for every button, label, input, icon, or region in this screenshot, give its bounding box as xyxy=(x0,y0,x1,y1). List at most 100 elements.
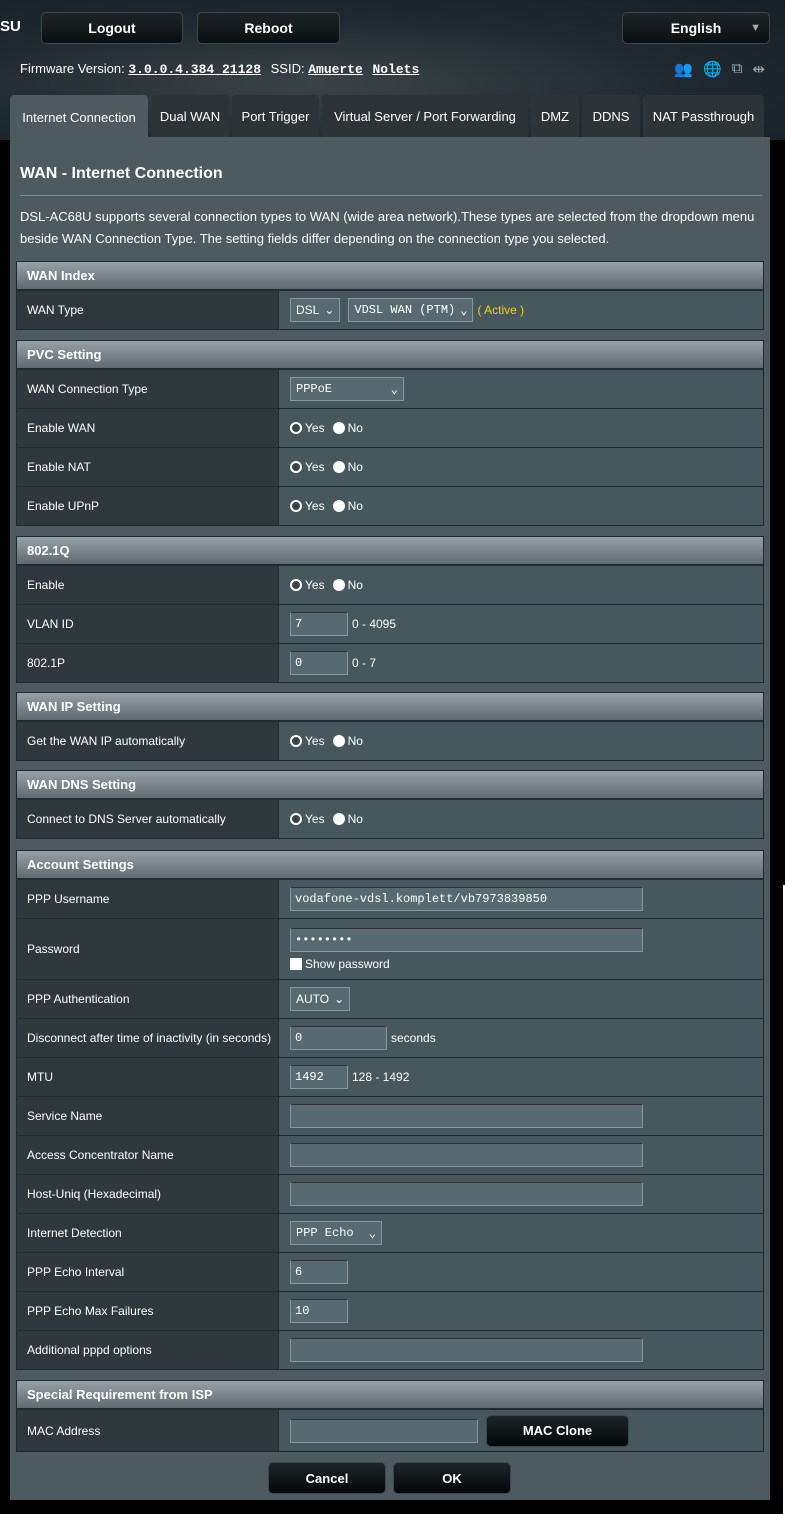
section-header: 802.1Q xyxy=(17,537,763,565)
host-uniq-input[interactable] xyxy=(290,1182,643,1206)
radio-icon[interactable] xyxy=(332,422,345,434)
radio-icon[interactable] xyxy=(290,813,302,825)
enable-nat-yes-radio[interactable]: Yes xyxy=(290,460,325,474)
internet-detection-select[interactable]: PPP Echo ⌄ xyxy=(290,1221,382,1245)
dns-auto-yes-radio[interactable]: Yes xyxy=(290,812,325,826)
dot1p-input[interactable]: 0 xyxy=(290,651,348,675)
pppd-options-input[interactable] xyxy=(290,1338,643,1362)
password-input[interactable]: •••••••• xyxy=(290,927,643,952)
enable-upnp-label: Enable UPnP xyxy=(17,487,279,525)
chevron-down-icon: ⌄ xyxy=(324,303,335,317)
enable-wan-no-radio[interactable]: No xyxy=(332,421,363,435)
host-uniq-label: Host-Uniq (Hexadecimal) xyxy=(17,1175,279,1213)
usb-icon[interactable]: ⇹ xyxy=(752,60,765,78)
tab-port-trigger[interactable]: Port Trigger xyxy=(232,95,319,137)
tab-virtual-server[interactable]: Virtual Server / Port Forwarding xyxy=(322,95,528,137)
chevron-down-icon: ⌄ xyxy=(390,382,398,397)
idle-unit: seconds xyxy=(391,1031,436,1045)
wan-type-label: WAN Type xyxy=(17,291,279,329)
divider xyxy=(20,195,762,196)
ppp-auth-label: PPP Authentication xyxy=(17,980,279,1018)
tab-nat-passthrough[interactable]: NAT Passthrough xyxy=(643,95,764,137)
radio-label: No xyxy=(347,578,363,592)
checkbox-icon[interactable] xyxy=(290,957,302,970)
language-value: English xyxy=(670,20,722,36)
dns-auto-label: Connect to DNS Server automatically xyxy=(17,800,279,838)
firmware-link[interactable]: 3.0.0.4.384_21128 xyxy=(128,62,261,77)
echo-interval-label: PPP Echo Interval xyxy=(17,1253,279,1291)
radio-icon[interactable] xyxy=(290,579,302,591)
wan-ip-auto-no-radio[interactable]: No xyxy=(332,734,363,748)
logout-button[interactable]: Logout xyxy=(41,12,183,44)
ok-button[interactable]: OK xyxy=(393,1462,511,1494)
clients-icon[interactable]: 👥 xyxy=(674,60,693,78)
radio-label: No xyxy=(347,812,363,826)
enable-upnp-yes-radio[interactable]: Yes xyxy=(290,499,325,513)
ssid-label: SSID: xyxy=(270,61,305,76)
enable-upnp-no-radio[interactable]: No xyxy=(332,499,363,513)
radio-label: Yes xyxy=(305,812,325,826)
section-header: WAN IP Setting xyxy=(17,693,763,721)
firmware-label: Firmware Version: xyxy=(20,61,125,76)
radio-icon[interactable] xyxy=(332,500,345,512)
radio-icon[interactable] xyxy=(290,500,302,512)
ac-name-input[interactable] xyxy=(290,1143,643,1167)
ssid-link-1[interactable]: Amuerte xyxy=(308,62,363,77)
top-bar: SU Logout Reboot English ▼ Firmware Versi… xyxy=(0,0,785,140)
wan-ip-auto-yes-radio[interactable]: Yes xyxy=(290,734,325,748)
cancel-button[interactable]: Cancel xyxy=(268,1462,386,1494)
tab-ddns[interactable]: DDNS xyxy=(582,95,640,137)
wan-type-select[interactable]: DSL ⌄ xyxy=(290,298,341,322)
radio-icon[interactable] xyxy=(332,735,345,747)
ppp-auth-select[interactable]: AUTO ⌄ xyxy=(290,987,351,1011)
radio-label: Yes xyxy=(305,499,325,513)
service-name-label: Service Name xyxy=(17,1097,279,1135)
radio-icon[interactable] xyxy=(332,461,345,473)
ppp-username-input[interactable]: vodafone-vdsl.komplett/vb7973839850 xyxy=(290,887,643,911)
radio-label: No xyxy=(347,421,363,435)
vlan-id-input[interactable]: 7 xyxy=(290,612,348,636)
mac-address-input[interactable] xyxy=(290,1418,478,1443)
show-password-checkbox[interactable]: Show password xyxy=(290,957,390,971)
section-header: Account Settings xyxy=(17,851,763,879)
pppd-options-label: Additional pppd options xyxy=(17,1331,279,1369)
isp-table: Special Requirement from ISP MAC Address… xyxy=(16,1380,764,1452)
radio-icon[interactable] xyxy=(332,579,345,591)
dns-auto-no-radio[interactable]: No xyxy=(332,812,363,826)
enable-nat-no-radio[interactable]: No xyxy=(332,460,363,474)
dot1q-yes-radio[interactable]: Yes xyxy=(290,578,325,592)
ssid-link-2[interactable]: Nolets xyxy=(372,62,419,77)
tab-dual-wan[interactable]: Dual WAN xyxy=(151,95,229,137)
service-name-input[interactable] xyxy=(290,1104,643,1128)
firmware-info: Firmware Version: 3.0.0.4.384_21128 SSID… xyxy=(20,61,425,77)
echo-failures-input[interactable]: 10 xyxy=(290,1299,348,1323)
chevron-down-icon: ⌄ xyxy=(334,992,345,1006)
language-select[interactable]: English ▼ xyxy=(622,12,770,44)
mtu-input[interactable]: 1492 xyxy=(290,1065,348,1089)
internet-globe-icon[interactable]: 🌐 xyxy=(703,60,722,78)
reboot-button[interactable]: Reboot xyxy=(197,12,340,44)
idle-input[interactable]: 0 xyxy=(290,1026,387,1050)
radio-icon[interactable] xyxy=(332,813,345,825)
enable-wan-yes-radio[interactable]: Yes xyxy=(290,421,325,435)
mtu-label: MTU xyxy=(17,1058,279,1096)
idle-label: Disconnect after time of inactivity (in … xyxy=(17,1019,279,1057)
tab-dmz[interactable]: DMZ xyxy=(531,95,579,137)
radio-icon[interactable] xyxy=(290,461,302,473)
dot1p-range: 0 - 7 xyxy=(352,656,377,670)
dot1q-no-radio[interactable]: No xyxy=(332,578,363,592)
tab-internet-connection[interactable]: Internet Connection xyxy=(10,95,148,140)
internet-detection-label: Internet Detection xyxy=(17,1214,279,1252)
devices-icon[interactable]: ⧉ xyxy=(732,60,743,78)
wan-mode-select[interactable]: VDSL WAN (PTM) ⌄ xyxy=(348,298,474,322)
radio-label: No xyxy=(347,499,363,513)
page-title: WAN - Internet Connection xyxy=(20,165,223,182)
radio-icon[interactable] xyxy=(290,735,302,747)
radio-icon[interactable] xyxy=(290,422,302,434)
chevron-down-icon: ⌄ xyxy=(460,303,468,318)
wan-connection-type-select[interactable]: PPPoE ⌄ xyxy=(290,377,404,401)
wan-mode-value: VDSL WAN (PTM) xyxy=(354,303,456,317)
mac-clone-button[interactable]: MAC Clone xyxy=(486,1414,629,1447)
echo-interval-input[interactable]: 6 xyxy=(290,1260,348,1284)
section-header: WAN Index xyxy=(17,262,763,290)
